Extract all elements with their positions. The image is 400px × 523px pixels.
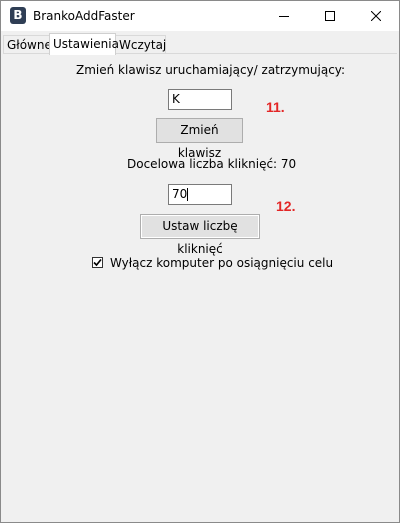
key-input-value: K xyxy=(172,92,180,106)
settings-panel: Zmień klawisz uruchamiający/ zatrzymując… xyxy=(3,54,397,520)
checkmark-icon xyxy=(93,258,102,267)
shutdown-checkbox[interactable] xyxy=(92,257,103,268)
text-caret xyxy=(187,188,189,201)
close-icon xyxy=(371,11,381,21)
clicks-input[interactable]: 70 xyxy=(168,184,232,205)
set-clicks-button[interactable]: Ustaw liczbę kliknięć xyxy=(140,214,260,256)
change-key-button[interactable]: Zmień klawisz xyxy=(156,118,243,160)
minimize-icon xyxy=(279,16,289,17)
tab-wczytaj[interactable]: Wczytaj xyxy=(115,35,166,55)
clicks-input-value: 70 xyxy=(172,187,188,201)
tab-glowne[interactable]: Główne xyxy=(3,35,52,55)
key-label: Zmień klawisz uruchamiający/ zatrzymując… xyxy=(76,63,346,77)
annotation-11: 11. xyxy=(266,99,285,115)
app-logo-icon: B xyxy=(10,7,26,24)
clicks-label: Docelowa liczba kliknięć: 70 xyxy=(127,157,297,171)
annotation-12: 12. xyxy=(276,198,296,214)
minimize-button[interactable] xyxy=(261,1,307,31)
maximize-icon xyxy=(325,11,335,21)
key-input[interactable]: K xyxy=(168,89,232,110)
shutdown-checkbox-label[interactable]: Wyłącz komputer po osiągnięciu celu xyxy=(110,256,333,270)
maximize-button[interactable] xyxy=(307,1,353,31)
window-title: BrankoAddFaster xyxy=(33,9,135,23)
app-window: B BrankoAddFaster Główne Ustawienia Wczy… xyxy=(0,0,400,523)
title-bar[interactable]: B BrankoAddFaster xyxy=(1,1,399,31)
tab-ustawienia[interactable]: Ustawienia xyxy=(49,33,119,55)
close-button[interactable] xyxy=(353,1,399,31)
